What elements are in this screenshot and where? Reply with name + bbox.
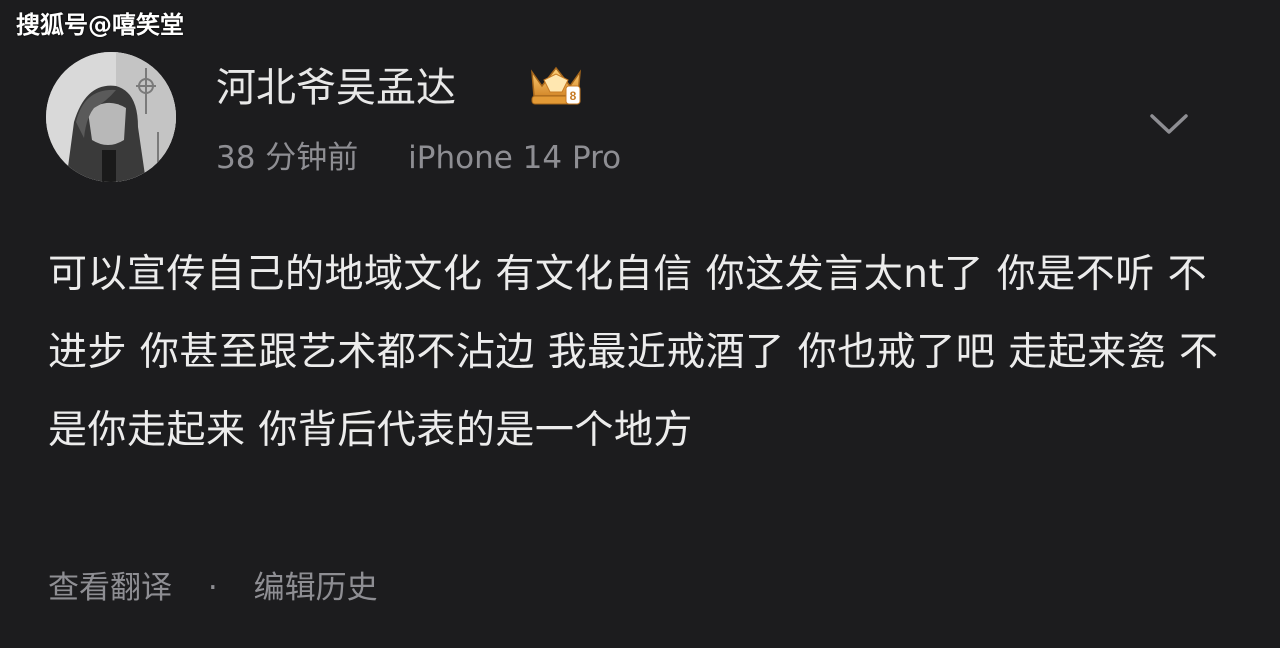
post-device: iPhone 14 Pro [408, 140, 622, 176]
post-footer: 查看翻译 · 编辑历史 [48, 566, 378, 610]
svg-text:8: 8 [570, 89, 577, 103]
chevron-down-icon[interactable] [1146, 104, 1192, 144]
author-name[interactable]: 河北爷吴孟达 [216, 62, 456, 114]
post-meta: 38 分钟前 iPhone 14 Pro [216, 136, 621, 180]
post-time: 38 分钟前 [216, 140, 359, 176]
crown-badge-icon[interactable]: 8 [524, 62, 588, 110]
avatar-image [46, 52, 176, 182]
avatar[interactable] [46, 52, 176, 182]
watermark-text: 搜狐号@嘻笑堂 [16, 11, 184, 39]
post-body-text: 可以宣传自己的地域文化 有文化自信 你这发言太nt了 你是不听 不进步 你甚至跟… [48, 252, 1219, 453]
footer-separator: · [207, 570, 218, 606]
edit-history-link[interactable]: 编辑历史 [254, 570, 378, 606]
translate-link[interactable]: 查看翻译 [48, 570, 172, 606]
